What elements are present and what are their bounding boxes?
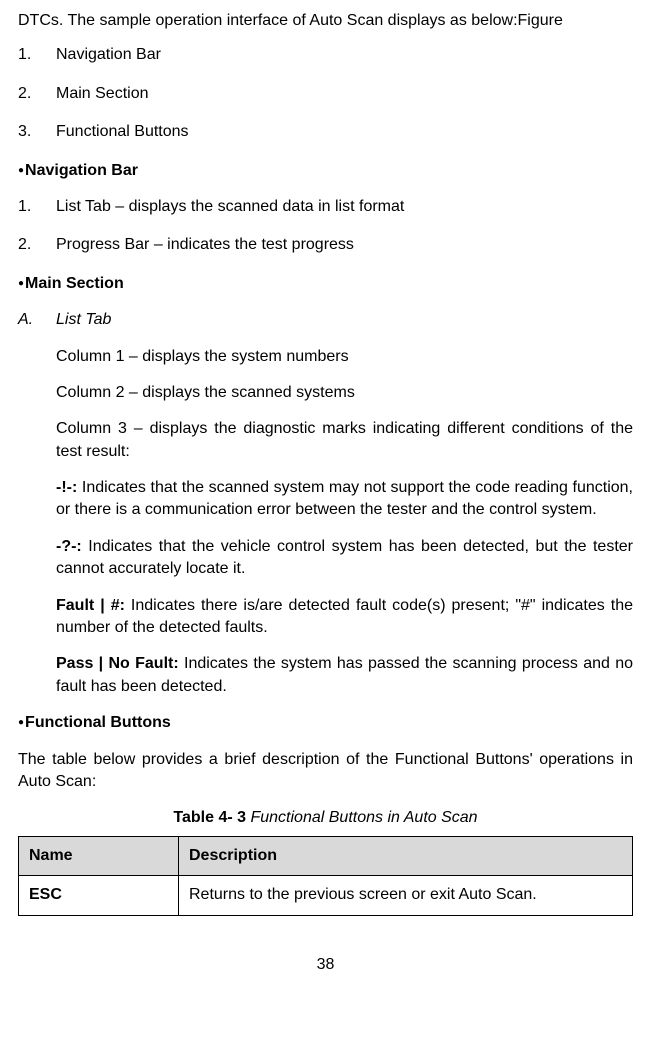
overview-item-2: 2.Main Section <box>18 83 633 105</box>
table-header-row: Name Description <box>19 836 633 875</box>
item-text: Functional Buttons <box>56 123 189 140</box>
navbar-item-1: 1.List Tab – displays the scanned data i… <box>18 196 633 218</box>
mark-body: Indicates that the vehicle control syste… <box>56 538 633 577</box>
item-number: 2. <box>18 234 56 256</box>
item-text: Progress Bar – indicates the test progre… <box>56 236 354 253</box>
mark-label: -?-: <box>56 538 88 555</box>
mark-body: Indicates that the scanned system may no… <box>56 479 633 518</box>
intro-line: DTCs. The sample operation interface of … <box>18 10 633 32</box>
page-number: 38 <box>18 954 633 976</box>
item-letter: A. <box>18 309 56 331</box>
mark-question: -?-: Indicates that the vehicle control … <box>56 536 633 581</box>
item-number: 1. <box>18 196 56 218</box>
caption-title: Functional Buttons in Auto Scan <box>246 809 478 826</box>
heading-main-section: Main Section <box>18 273 633 295</box>
func-intro: The table below provides a brief descrip… <box>18 749 633 794</box>
list-tab-details: Column 1 – displays the system numbers C… <box>18 346 633 699</box>
mark-fault: Fault | #: Indicates there is/are detect… <box>56 595 633 640</box>
heading-navigation-bar: Navigation Bar <box>18 160 633 182</box>
mark-exclaim: -!-: Indicates that the scanned system m… <box>56 477 633 522</box>
mark-label: Pass | No Fault: <box>56 655 184 672</box>
column-2-desc: Column 2 – displays the scanned systems <box>56 382 633 404</box>
overview-item-1: 1.Navigation Bar <box>18 44 633 66</box>
heading-functional-buttons: Functional Buttons <box>18 712 633 734</box>
col-name-header: Name <box>19 836 179 875</box>
table-caption: Table 4- 3 Functional Buttons in Auto Sc… <box>18 807 633 829</box>
mark-label: -!-: <box>56 479 82 496</box>
caption-label: Table 4- 3 <box>173 809 246 826</box>
overview-item-3: 3.Functional Buttons <box>18 121 633 143</box>
item-number: 1. <box>18 44 56 66</box>
list-tab-item: A.List Tab <box>18 309 633 331</box>
item-text: Main Section <box>56 85 149 102</box>
column-1-desc: Column 1 – displays the system numbers <box>56 346 633 368</box>
mark-body: Indicates there is/are detected fault co… <box>56 597 633 636</box>
mark-label: Fault | #: <box>56 597 131 614</box>
item-text: List Tab – displays the scanned data in … <box>56 198 404 215</box>
navbar-item-2: 2.Progress Bar – indicates the test prog… <box>18 234 633 256</box>
item-text: Navigation Bar <box>56 46 161 63</box>
functional-buttons-table: Name Description ESC Returns to the prev… <box>18 836 633 916</box>
table-row: ESC Returns to the previous screen or ex… <box>19 876 633 915</box>
col-desc-header: Description <box>179 836 633 875</box>
item-text: List Tab <box>56 311 111 328</box>
column-3-desc: Column 3 – displays the diagnostic marks… <box>56 418 633 463</box>
button-name-cell: ESC <box>19 876 179 915</box>
mark-pass: Pass | No Fault: Indicates the system ha… <box>56 653 633 698</box>
button-desc-cell: Returns to the previous screen or exit A… <box>179 876 633 915</box>
item-number: 2. <box>18 83 56 105</box>
item-number: 3. <box>18 121 56 143</box>
